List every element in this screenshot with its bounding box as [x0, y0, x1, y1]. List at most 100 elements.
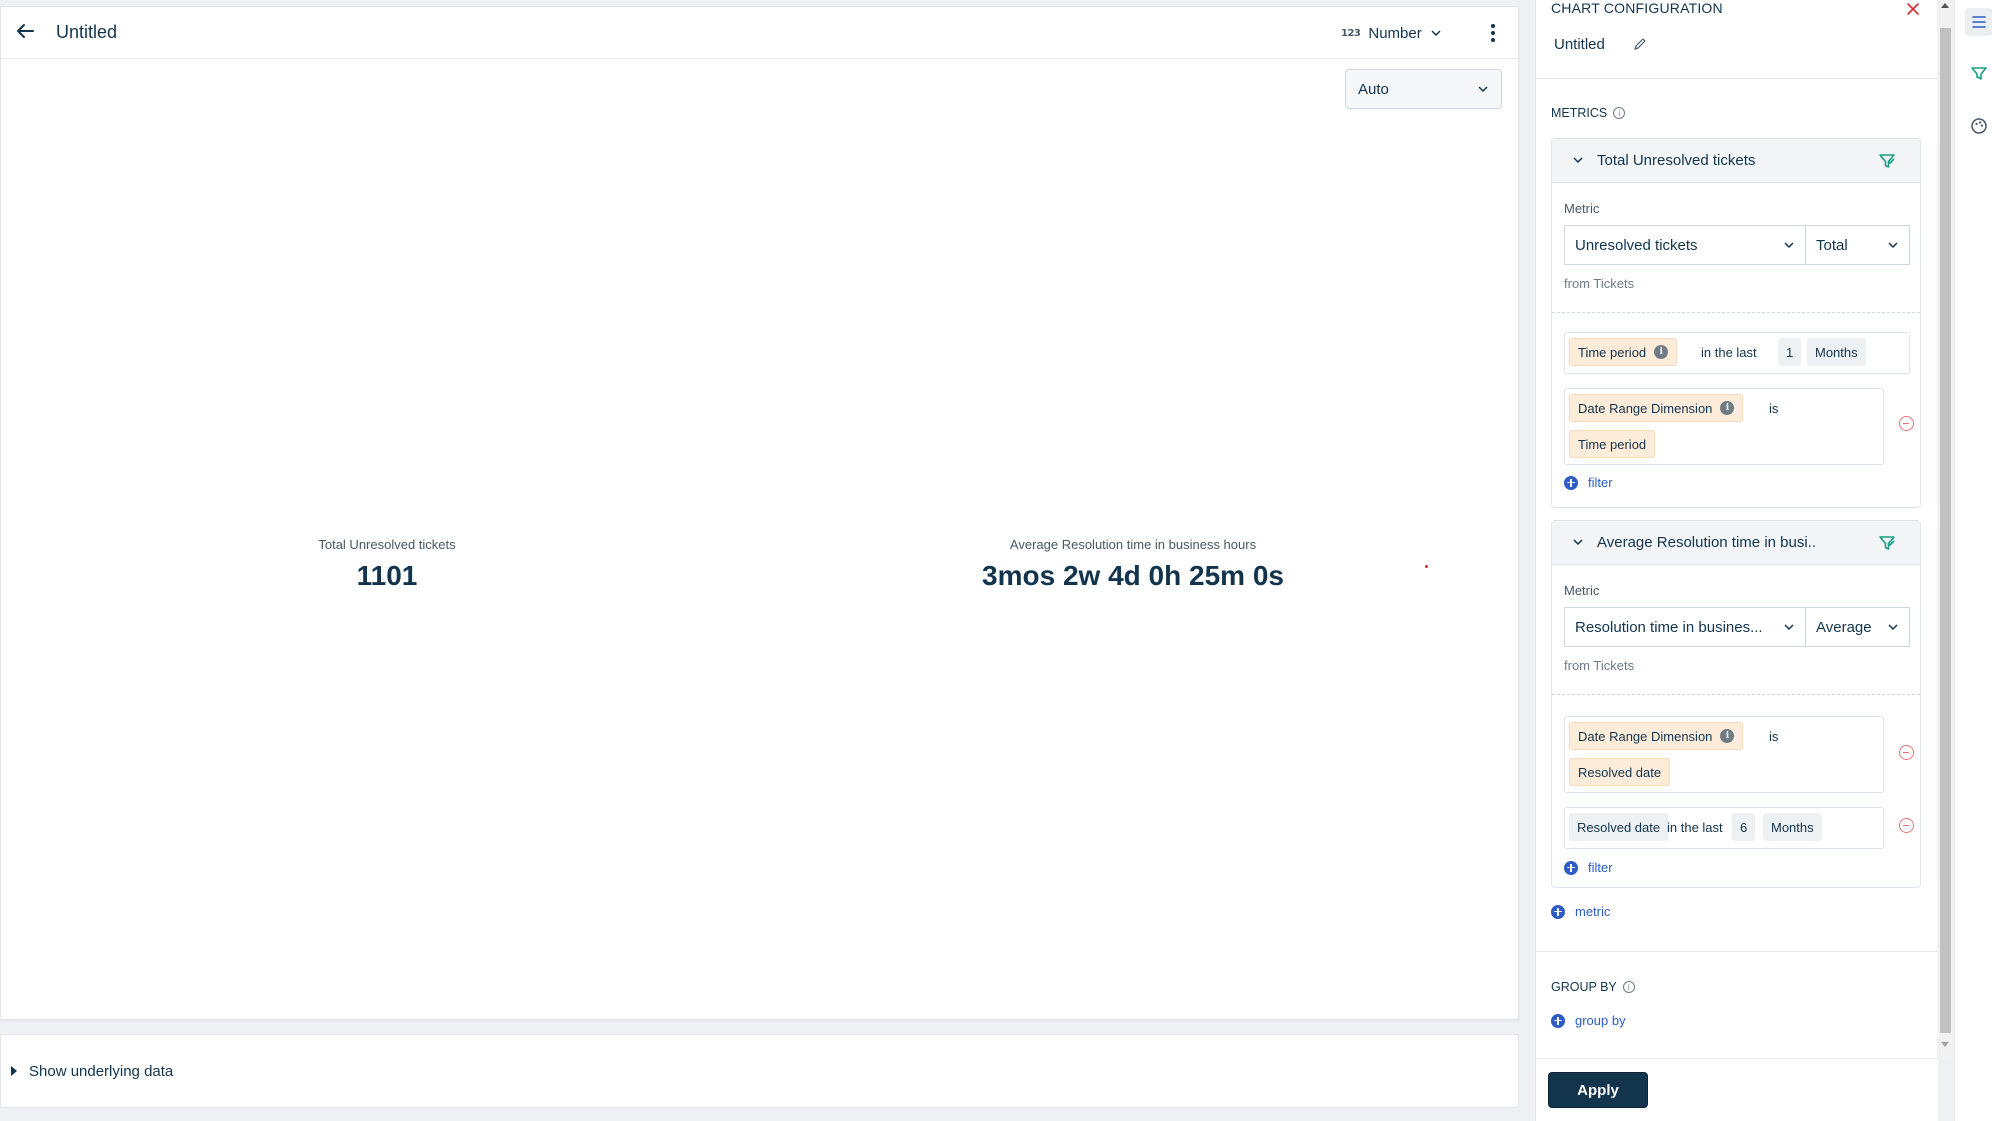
chevron-down-icon[interactable]	[1572, 154, 1584, 166]
filter-field-chip[interactable]: Date Range Dimension i	[1569, 394, 1744, 422]
filter-value-chip[interactable]: Time period	[1569, 430, 1656, 458]
kpi-value: 3mos 2w 4d 0h 25m 0s	[982, 560, 1284, 591]
filter-unit[interactable]: Months	[1763, 813, 1822, 841]
divider	[1536, 951, 1938, 952]
close-icon[interactable]	[1904, 0, 1922, 18]
plus-circle-icon	[1551, 904, 1565, 919]
remove-filter-icon[interactable]	[1899, 745, 1914, 760]
metric-select-value: Unresolved tickets	[1575, 236, 1698, 254]
info-icon[interactable]: i	[1622, 981, 1635, 993]
filter-field-chip[interactable]: Date Range Dimension i	[1569, 722, 1744, 750]
pencil-icon[interactable]	[1632, 36, 1648, 52]
panel-footer: Apply	[1536, 1058, 1938, 1121]
filter-field-chip[interactable]: Resolved date	[1569, 813, 1669, 841]
kpi-avg-resolution: Average Resolution time in business hour…	[933, 537, 1333, 592]
chart-header: Untitled 123 Number	[1, 7, 1518, 59]
scroll-up-arrow-icon[interactable]	[1941, 3, 1949, 8]
aggregation-select[interactable]: Average	[1805, 607, 1910, 647]
add-group-by-label: group by	[1575, 1013, 1626, 1028]
palette-icon	[1971, 118, 1987, 134]
filter-field-label: Date Range Dimension	[1578, 400, 1713, 416]
auto-refresh-select[interactable]: Auto	[1345, 69, 1502, 109]
filter-operator: is	[1769, 728, 1779, 744]
chart-type-label: Number	[1368, 24, 1422, 42]
show-underlying-data-label: Show underlying data	[29, 1062, 174, 1080]
metric-select[interactable]: Unresolved tickets	[1564, 225, 1806, 265]
remove-filter-icon[interactable]	[1899, 416, 1914, 431]
chart-title[interactable]: Untitled	[56, 22, 117, 43]
show-underlying-data-toggle[interactable]: Show underlying data	[0, 1034, 1519, 1108]
configuration-tab[interactable]	[1965, 8, 1992, 36]
aggregation-select[interactable]: Total	[1805, 225, 1910, 265]
metric-title: Total Unresolved tickets	[1597, 152, 1756, 169]
chart-configuration-panel: CHART CONFIGURATION Untitled METRICS i T…	[1535, 0, 1938, 1121]
metric-card: Total Unresolved tickets Metric Unresolv…	[1551, 138, 1921, 508]
kpi-value: 1101	[356, 560, 418, 591]
scroll-thumb[interactable]	[1940, 28, 1951, 1033]
filter-operator: in the last	[1667, 819, 1723, 835]
filter-operator: in the last	[1701, 344, 1757, 360]
group-by-label: GROUP BY	[1551, 980, 1617, 994]
filter-field-label: Date Range Dimension	[1578, 728, 1713, 744]
add-metric-button[interactable]: metric	[1551, 904, 1610, 919]
metric-card: Average Resolution time in busi.. Metric…	[1551, 520, 1921, 888]
auto-select-value: Auto	[1358, 80, 1389, 98]
filter-row[interactable]: Time period i in the last 1 Months	[1564, 332, 1910, 374]
red-dot-marker	[1425, 565, 1428, 568]
info-icon[interactable]: i	[1613, 107, 1626, 119]
plus-circle-icon	[1551, 1013, 1565, 1028]
group-by-section-label: GROUP BY i	[1551, 980, 1635, 994]
metric-header[interactable]: Total Unresolved tickets	[1552, 139, 1920, 183]
filter-icon[interactable]	[1878, 152, 1896, 170]
filter-icon[interactable]	[1878, 534, 1896, 552]
metric-field-label: Metric	[1564, 583, 1600, 598]
scroll-down-arrow-icon[interactable]	[1941, 1042, 1949, 1047]
filter-count[interactable]: 1	[1778, 338, 1802, 366]
filters-tab[interactable]	[1965, 60, 1992, 88]
metric-header[interactable]: Average Resolution time in busi..	[1552, 521, 1920, 565]
add-filter-button[interactable]: filter	[1564, 860, 1613, 875]
more-options-icon[interactable]	[1481, 21, 1505, 45]
add-filter-label: filter	[1588, 475, 1613, 490]
filter-count[interactable]: 6	[1732, 813, 1756, 841]
metric-select[interactable]: Resolution time in busines...	[1564, 607, 1806, 647]
metric-source: from Tickets	[1564, 658, 1635, 673]
chart-name: Untitled	[1554, 36, 1605, 53]
panel-scrollbar[interactable]	[1937, 0, 1954, 1058]
filter-row[interactable]: Resolved date in the last 6 Months	[1564, 807, 1884, 849]
back-arrow-icon[interactable]	[13, 19, 37, 43]
filter-unit[interactable]: Months	[1807, 338, 1866, 366]
filter-field-chip[interactable]: Time period i	[1569, 338, 1678, 366]
plus-circle-icon	[1564, 475, 1578, 490]
metric-source: from Tickets	[1564, 276, 1635, 291]
add-filter-button[interactable]: filter	[1564, 475, 1613, 490]
info-icon: i	[1720, 401, 1735, 415]
metric-title: Average Resolution time in busi..	[1597, 534, 1817, 551]
chevron-down-icon	[1431, 30, 1441, 37]
chevron-down-icon[interactable]	[1572, 536, 1584, 548]
filter-operator: is	[1769, 400, 1779, 416]
aggregation-select-value: Average	[1816, 618, 1872, 636]
divider	[1536, 78, 1938, 79]
kpi-title: Total Unresolved tickets	[318, 537, 456, 552]
apply-button[interactable]: Apply	[1548, 1072, 1648, 1108]
chevron-down-icon	[1784, 624, 1794, 631]
metric-field-label: Metric	[1564, 201, 1600, 216]
plus-circle-icon	[1564, 860, 1578, 875]
add-metric-label: metric	[1575, 904, 1611, 919]
filter-row[interactable]: Date Range Dimension i is Resolved date	[1564, 716, 1884, 793]
filter-value-chip[interactable]: Resolved date	[1569, 758, 1671, 786]
caret-right-icon	[11, 1066, 17, 1076]
aggregation-select-value: Total	[1816, 236, 1848, 254]
panel-title: CHART CONFIGURATION	[1551, 0, 1723, 16]
add-group-by-button[interactable]: group by	[1551, 1013, 1626, 1028]
kpi-total-unresolved: Total Unresolved tickets 1101	[237, 537, 537, 592]
filter-row[interactable]: Date Range Dimension i is Time period	[1564, 388, 1884, 465]
chart-canvas: Untitled 123 Number Auto Total Unresolve…	[0, 6, 1519, 1020]
info-icon: i	[1654, 345, 1669, 359]
number-type-icon: 123	[1341, 27, 1361, 39]
chart-type-dropdown[interactable]: 123 Number	[1341, 21, 1442, 45]
appearance-tab[interactable]	[1965, 112, 1992, 140]
remove-filter-icon[interactable]	[1899, 818, 1914, 833]
metric-select-value: Resolution time in busines...	[1575, 618, 1763, 636]
